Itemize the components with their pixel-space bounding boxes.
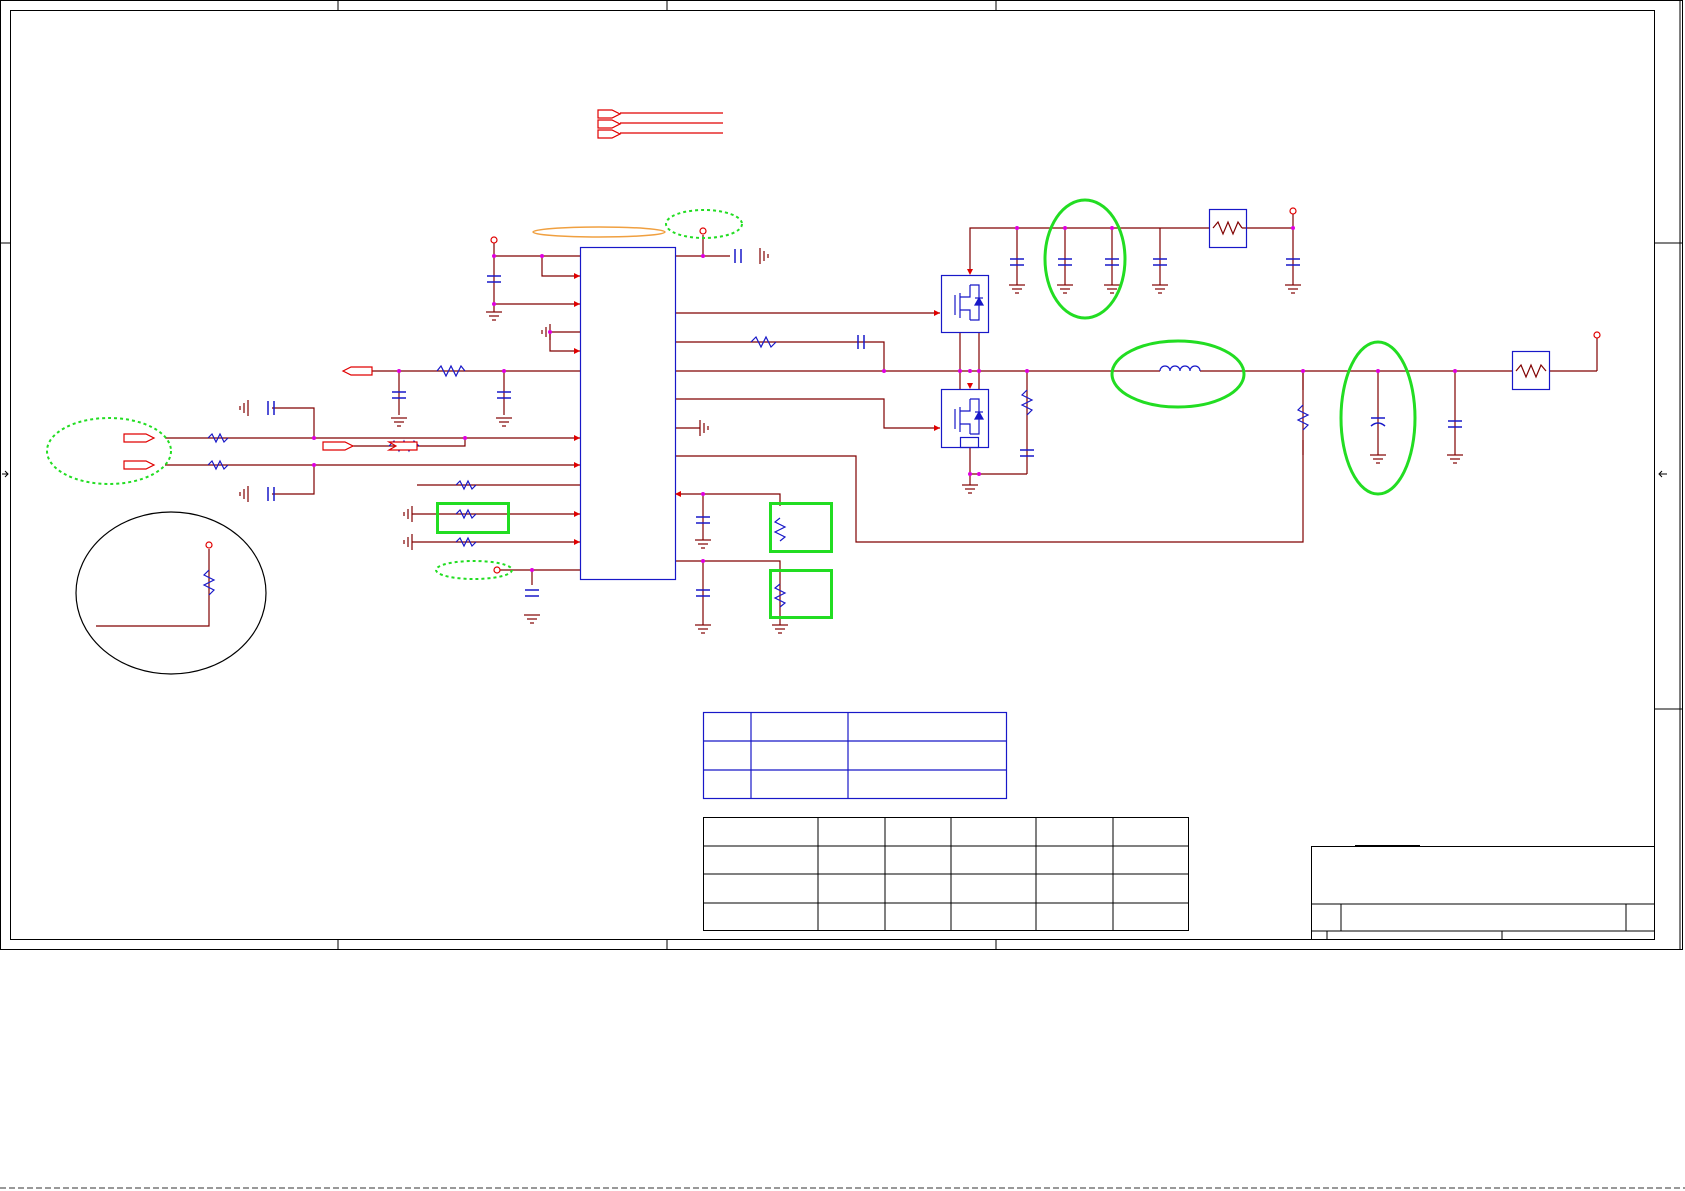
title-block (1311, 845, 1655, 940)
ground-symbols (239, 248, 1463, 634)
bom-table (703, 817, 1189, 931)
green-highlights (436, 198, 1417, 619)
controller-ic (579, 246, 677, 581)
resistors (202, 335, 1310, 608)
mosfet-low-side (940, 388, 990, 449)
fuse-boxes (1208, 208, 1551, 391)
dotted-highlights (46, 209, 743, 580)
net-wires (96, 112, 1598, 627)
power-rail-symbols (205, 207, 1601, 574)
option-table (702, 711, 1008, 800)
detail-callout-circle (75, 511, 267, 675)
inductor (1159, 365, 1201, 372)
drawing-frame (0, 0, 1683, 950)
capacitors (267, 249, 1462, 597)
orange-highlight (532, 226, 666, 238)
net-ports (123, 109, 622, 470)
mosfet-high-side (940, 274, 990, 334)
schematic-sheet (0, 0, 1685, 1191)
